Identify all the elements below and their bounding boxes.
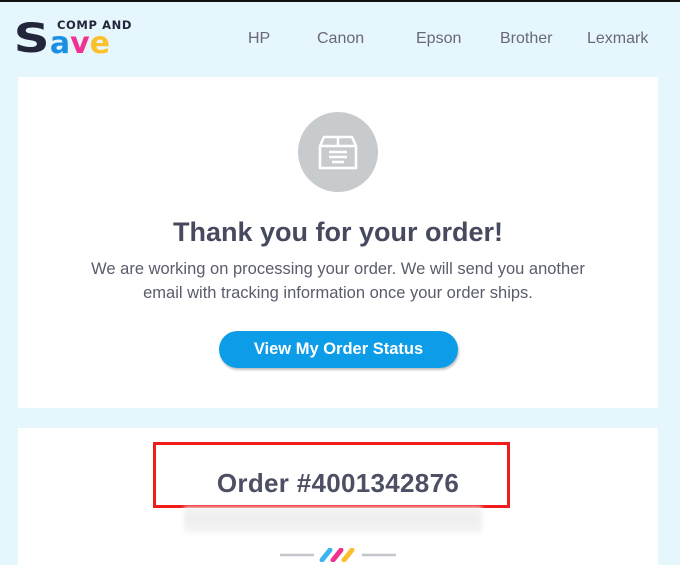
nav-item-hp[interactable]: HP — [248, 30, 270, 48]
divider-stripe-yellow — [341, 548, 355, 562]
order-confirmation-card: Thank you for your order! We are working… — [18, 77, 658, 408]
header: COMP AND S a v e HP Canon Epson Brother … — [0, 2, 680, 75]
logo-letter-s: S — [13, 16, 50, 62]
order-number-highlight-box — [153, 442, 510, 508]
logo-letter-a: a — [49, 26, 71, 61]
comp-and-save-logo[interactable]: COMP AND S a v e — [14, 17, 132, 61]
logo-letter-v: v — [70, 26, 90, 61]
page-title: Thank you for your order! — [172, 217, 504, 247]
blurred-order-info — [184, 507, 482, 533]
color-stripes-divider — [280, 548, 396, 562]
nav-item-brother[interactable]: Brother — [500, 30, 552, 48]
logo-letter-e: e — [89, 26, 110, 61]
confirmation-message: We are working on processing your order.… — [91, 260, 585, 302]
nav-item-canon[interactable]: Canon — [317, 30, 364, 48]
nav-item-epson[interactable]: Epson — [416, 30, 461, 48]
divider-stripe-pink — [330, 548, 344, 562]
logo-big-text: S a v e — [14, 19, 110, 61]
view-order-status-button[interactable]: View My Order Status — [219, 331, 458, 368]
nav-item-lexmark[interactable]: Lexmark — [587, 30, 648, 48]
divider-stripe-blue — [319, 548, 333, 562]
package-box-icon — [298, 112, 378, 192]
order-details-card: Order #4001342876 — [18, 428, 658, 565]
